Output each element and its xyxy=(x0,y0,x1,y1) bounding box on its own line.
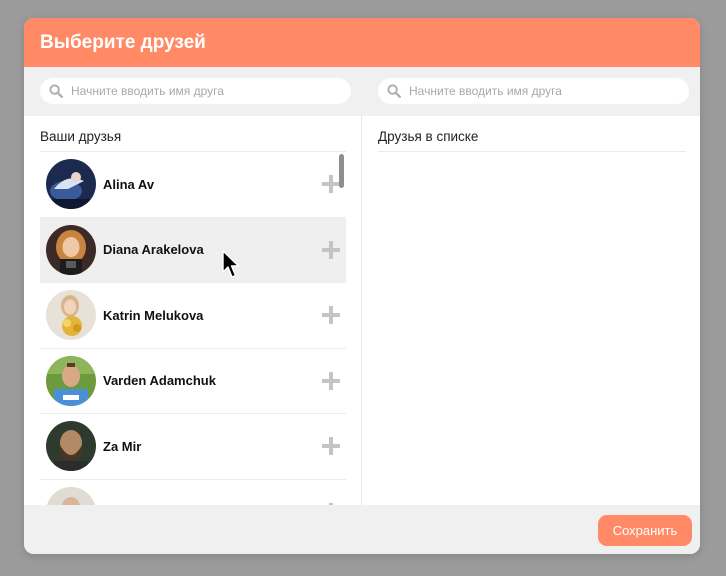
divider xyxy=(378,151,686,152)
selected-pane-title: Друзья в списке xyxy=(378,129,479,144)
plus-icon[interactable] xyxy=(322,175,340,194)
friend-list[interactable]: Alina Av Diana Arakelova Katrin Melukova… xyxy=(40,151,346,505)
friends-search-input[interactable] xyxy=(71,84,341,98)
selected-search-box[interactable] xyxy=(378,78,689,104)
search-icon xyxy=(387,84,401,98)
avatar xyxy=(46,290,96,341)
friend-name: Katrin Melukova xyxy=(103,307,204,323)
select-friends-dialog: Выберите друзей Ваши друзья xyxy=(24,18,700,554)
plus-icon[interactable] xyxy=(322,437,340,456)
search-icon xyxy=(49,84,63,98)
friends-search-box[interactable] xyxy=(40,78,351,104)
friend-name: Za Mir xyxy=(103,438,142,454)
plus-icon[interactable] xyxy=(322,306,340,325)
friend-row[interactable] xyxy=(40,478,346,505)
friend-row[interactable]: Alina Av xyxy=(40,151,346,217)
selected-friends-pane: Друзья в списке xyxy=(362,116,700,505)
friend-name: Diana Arakelova xyxy=(103,242,204,258)
friend-name: Alina Av xyxy=(103,176,155,192)
plus-icon[interactable] xyxy=(322,240,340,259)
dialog-title: Выберите друзей xyxy=(40,31,206,53)
dialog-header: Выберите друзей xyxy=(24,18,700,67)
save-button[interactable]: Сохранить xyxy=(598,515,692,546)
friend-row[interactable]: Diana Arakelova xyxy=(40,216,346,282)
avatar xyxy=(46,421,96,472)
avatar xyxy=(46,355,96,406)
scrollbar[interactable] xyxy=(339,154,344,188)
friends-pane: Ваши друзья Alina Av Diana Arakelova Kat… xyxy=(24,116,362,505)
dialog-footer: Сохранить xyxy=(24,505,700,554)
friend-row[interactable]: Katrin Melukova xyxy=(40,282,346,348)
friend-row[interactable]: Varden Adamchuk xyxy=(40,347,346,414)
friend-name: Varden Adamchuk xyxy=(103,373,216,389)
avatar xyxy=(46,486,96,505)
selected-search-input[interactable] xyxy=(409,84,679,98)
avatar xyxy=(46,224,96,275)
friend-row[interactable]: Za Mir xyxy=(40,413,346,479)
friends-pane-title: Ваши друзья xyxy=(40,129,122,144)
plus-icon[interactable] xyxy=(322,371,340,390)
search-bar xyxy=(24,67,700,116)
avatar xyxy=(46,159,96,210)
panes: Ваши друзья Alina Av Diana Arakelova Kat… xyxy=(24,116,700,505)
